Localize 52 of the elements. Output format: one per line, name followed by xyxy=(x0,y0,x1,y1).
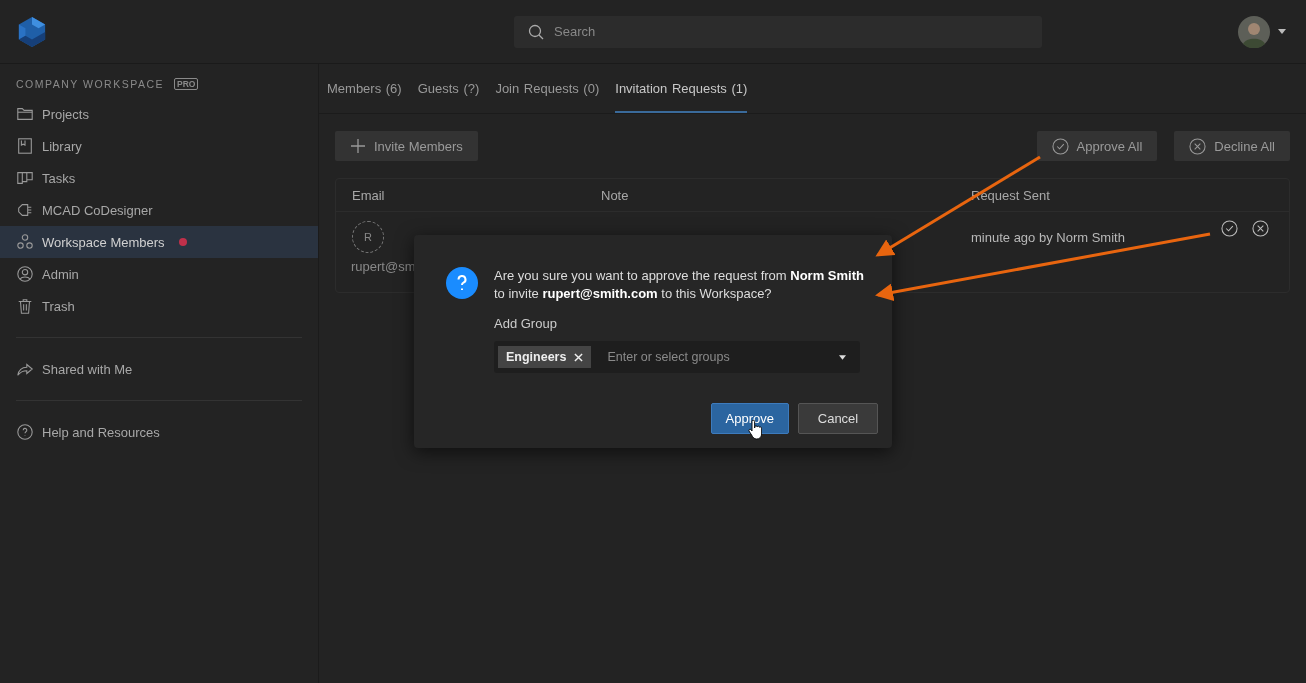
search-icon xyxy=(528,23,544,40)
caret-icon[interactable] xyxy=(839,354,846,360)
user-icon xyxy=(16,265,34,283)
table-cell: minute ago by Norm Smith xyxy=(971,230,1125,245)
check-circle-icon[interactable] xyxy=(1221,220,1238,237)
check-circle-icon xyxy=(1051,137,1069,155)
search-input[interactable]: Search xyxy=(552,23,1028,40)
dialog-button[interactable]: Cancel xyxy=(798,403,878,434)
column-header: Note xyxy=(601,187,630,203)
question-icon xyxy=(446,267,478,299)
book-icon xyxy=(16,137,34,155)
sidebar-item[interactable]: Projects xyxy=(0,98,318,130)
search-field[interactable]: Search xyxy=(514,15,1042,48)
sidebar-item[interactable]: Workspace Members xyxy=(0,226,318,258)
close-circle-icon[interactable] xyxy=(1252,220,1269,237)
sidebar-item[interactable]: Library xyxy=(0,130,318,162)
group-select[interactable]: Engineers Enter or select groups xyxy=(494,341,860,373)
table-cell-text: rupert@sm xyxy=(351,259,417,274)
column-header: Email xyxy=(351,187,386,203)
close-icon[interactable] xyxy=(574,352,584,362)
avatar[interactable] xyxy=(1238,15,1270,48)
sidebar-item[interactable]: Tasks xyxy=(0,162,318,194)
invite-members-button[interactable]: Invite Members xyxy=(335,131,478,161)
plug-icon xyxy=(16,201,34,219)
decline-all-button[interactable]: Decline All xyxy=(1174,131,1290,161)
confirm-message: Are you sure you want to approve the request from Norm Smith to invite rupert@smith.com to this Workspace? xyxy=(494,267,865,303)
close-circle-icon xyxy=(1189,137,1207,155)
group-input[interactable]: Enter or select groups xyxy=(605,349,825,365)
sidebar-item[interactable]: MCAD CoDesigner xyxy=(0,194,318,226)
share-icon xyxy=(16,360,34,378)
tab[interactable]: Invitation Requests (1) xyxy=(615,64,748,113)
approve-all-button[interactable]: Approve All xyxy=(1036,131,1158,161)
help-icon xyxy=(16,423,34,441)
tab[interactable]: Members (6) xyxy=(327,64,402,113)
people-icon xyxy=(16,233,34,251)
caret-icon[interactable] xyxy=(1278,29,1286,34)
sidebar-item[interactable]: Trash xyxy=(0,290,318,322)
plan-badge: PRO xyxy=(174,78,199,90)
trash-icon xyxy=(16,297,34,315)
sidebar-item[interactable]: Shared with Me xyxy=(0,353,318,385)
field-label: Add Group xyxy=(494,316,558,331)
board-icon xyxy=(16,169,34,187)
folder-icon xyxy=(16,105,34,123)
plus-icon xyxy=(350,138,366,154)
sidebar-item[interactable]: Admin xyxy=(0,258,318,290)
tab[interactable]: Guests (?) xyxy=(417,64,480,113)
dialog-button[interactable]: Approve xyxy=(710,403,789,434)
sidebar-item[interactable]: Help and Resources xyxy=(0,416,318,448)
tag-label: Engineers xyxy=(506,350,567,364)
logo-icon[interactable] xyxy=(17,15,47,48)
workspace-label: COMPANY WORKSPACE xyxy=(16,78,165,90)
tab[interactable]: Join Requests (0) xyxy=(495,64,600,113)
